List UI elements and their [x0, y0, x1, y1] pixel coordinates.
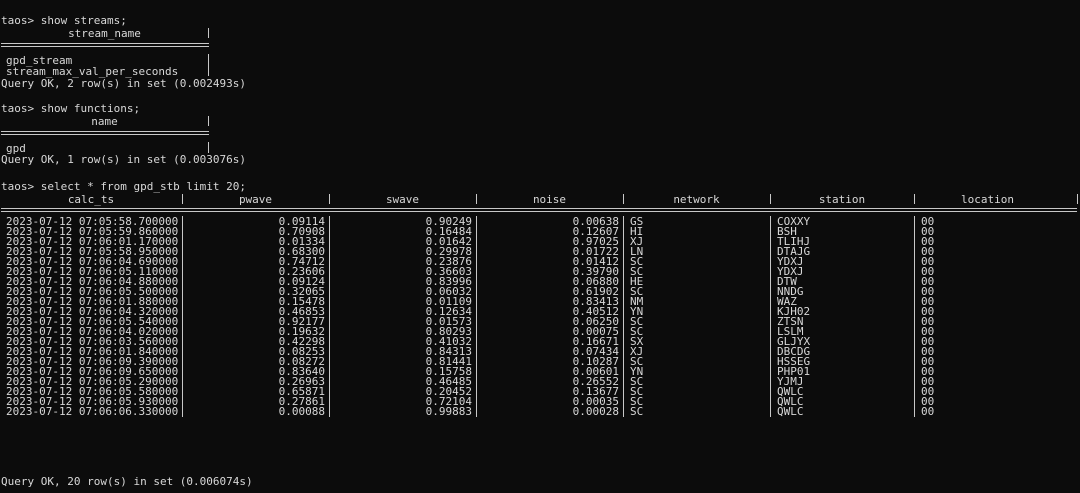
- cell-network: XJ: [630, 345, 644, 358]
- cell-network: LN: [630, 245, 644, 258]
- cell-network: SC: [630, 385, 644, 398]
- cell-calc-ts: 2023-07-12 07:06:06.330000: [6, 405, 179, 418]
- column-header: network: [673, 193, 720, 206]
- cell-location: 00: [921, 215, 935, 228]
- column-separator: [623, 194, 624, 204]
- column-separator: [208, 28, 209, 38]
- cell-location: 00: [921, 395, 935, 408]
- column-separator: [770, 194, 771, 204]
- query-status: Query OK, 20 row(s) in set (0.006074s): [1, 475, 253, 488]
- terminal-window[interactable]: taos> show streams; stream_name gpd_stre…: [0, 0, 1080, 493]
- cell-location: 00: [921, 405, 935, 418]
- cell-network: YN: [630, 305, 644, 318]
- column-separator: [914, 194, 915, 204]
- cell-noise: 0.00028: [572, 405, 619, 418]
- cell-location: 00: [921, 235, 935, 248]
- column-header: location: [961, 193, 1014, 206]
- cell-location: 00: [921, 295, 935, 308]
- cell-network: HI: [630, 225, 644, 238]
- cell-swave: 0.99883: [425, 405, 472, 418]
- header-rule: [1, 208, 1077, 212]
- header-rule: [1, 131, 209, 135]
- column-header: name: [91, 115, 118, 128]
- cell-location: 00: [921, 275, 935, 288]
- command-line: taos> select * from gpd_stb limit 20;: [1, 180, 247, 193]
- column-separator: [476, 194, 477, 204]
- command-line: taos> show functions;: [1, 102, 141, 115]
- column-header: noise: [532, 193, 567, 206]
- column-separator: [208, 54, 209, 76]
- column-header: pwave: [238, 193, 273, 206]
- cell-network: SC: [630, 325, 644, 338]
- cell-location: 00: [921, 385, 935, 398]
- cell-network: SX: [630, 335, 644, 348]
- query-status: Query OK, 1 row(s) in set (0.003076s): [1, 153, 247, 166]
- column-separator: [329, 194, 330, 204]
- column-header: swave: [385, 193, 420, 206]
- cell-location: 00: [921, 265, 935, 278]
- cell-location: 00: [921, 245, 935, 258]
- column-separator: [329, 216, 330, 417]
- column-separator: [476, 216, 477, 417]
- cell-location: 00: [921, 325, 935, 338]
- column-separator: [208, 142, 209, 153]
- cell-location: 00: [921, 355, 935, 368]
- cell-location: 00: [921, 315, 935, 328]
- column-separator: [1077, 194, 1078, 204]
- cell-location: 00: [921, 305, 935, 318]
- cell-network: YN: [630, 365, 644, 378]
- cell-network: XJ: [630, 235, 644, 248]
- column-separator: [182, 216, 183, 417]
- column-separator: [208, 116, 209, 126]
- cell-network: SC: [630, 375, 644, 388]
- cell-network: SC: [630, 315, 644, 328]
- header-rule: [1, 43, 209, 47]
- column-separator: [623, 216, 624, 417]
- cell-location: 00: [921, 335, 935, 348]
- cell-location: 00: [921, 345, 935, 358]
- column-header: stream_name: [68, 27, 141, 40]
- cell-network: SC: [630, 265, 644, 278]
- cell-network: SC: [630, 355, 644, 368]
- cell-location: 00: [921, 375, 935, 388]
- column-separator: [182, 194, 183, 204]
- column-header: calc_ts: [67, 193, 115, 206]
- cell-location: 00: [921, 255, 935, 268]
- cell-network: SC: [630, 395, 644, 408]
- column-header: station: [818, 193, 866, 206]
- cell-network: HE: [630, 275, 644, 288]
- query-status: Query OK, 2 row(s) in set (0.002493s): [1, 77, 247, 90]
- cell-network: NM: [630, 295, 644, 308]
- cell-location: 00: [921, 365, 935, 378]
- column-separator: [914, 216, 915, 417]
- column-separator: [770, 216, 771, 417]
- cell-network: GS: [630, 215, 644, 228]
- result-row: stream_max_val_per_seconds: [6, 65, 179, 78]
- cell-location: 00: [921, 225, 935, 238]
- command-line: taos> show streams;: [1, 14, 127, 27]
- cell-network: SC: [630, 405, 644, 418]
- cell-station: QWLC: [777, 405, 804, 418]
- cell-pwave: 0.00088: [278, 405, 325, 418]
- cell-network: SC: [630, 285, 644, 298]
- cell-network: SC: [630, 255, 644, 268]
- cell-location: 00: [921, 285, 935, 298]
